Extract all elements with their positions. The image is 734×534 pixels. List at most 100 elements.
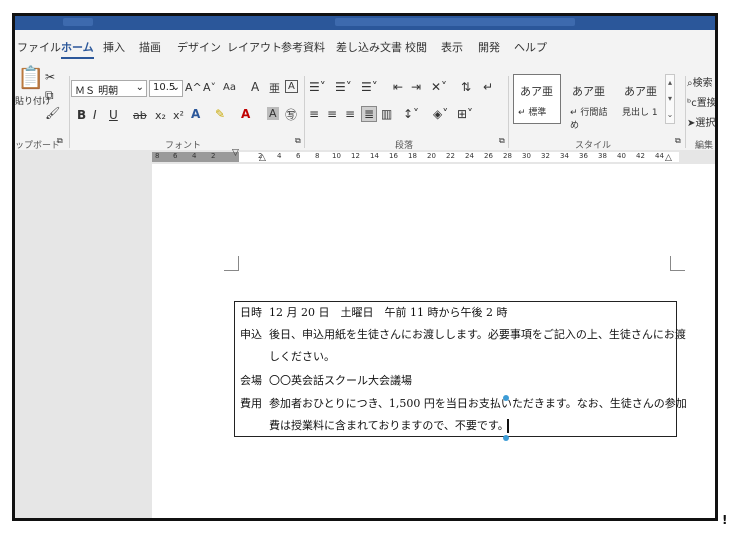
grow-font-button[interactable]: A^ bbox=[185, 81, 202, 94]
copy-icon[interactable]: ⧉ bbox=[45, 88, 54, 103]
find-button[interactable]: ⌕検索 bbox=[687, 74, 713, 89]
italic-button[interactable]: I bbox=[93, 108, 97, 122]
row-label: 会場 bbox=[240, 374, 262, 387]
ruler-number: 16 bbox=[389, 152, 398, 160]
distributed-icon[interactable]: ▥ bbox=[381, 107, 392, 121]
ribbon: 📋 貼り付け ✂ ⧉ 🖌 ップボード ⧉ ＭＳ 明朝 ⌄ 10.5 ⌄ A^ A… bbox=[15, 66, 715, 151]
row-text: 後日、申込用紙を生徒さんにお渡しします。必要事項をご記入の上、生徒さんにお渡 bbox=[269, 328, 686, 341]
subscript-button[interactable]: x₂ bbox=[155, 109, 166, 122]
notice-row-application: 申込 後日、申込用紙を生徒さんにお渡しします。必要事項をご記入の上、生徒さんにお渡 bbox=[240, 328, 686, 342]
align-right-icon[interactable]: ≡ bbox=[345, 107, 355, 121]
first-line-indent-marker[interactable]: ▽ bbox=[232, 148, 239, 158]
ruler-number: 40 bbox=[617, 152, 626, 160]
show-marks-icon[interactable]: ↵ bbox=[483, 80, 493, 94]
row-label: 申込 bbox=[240, 328, 262, 341]
style-preview: あア亜 bbox=[520, 85, 553, 98]
ruler-text-area bbox=[239, 152, 679, 162]
font-launcher-icon[interactable]: ⧉ bbox=[295, 136, 301, 146]
tab-layout[interactable]: レイアウト bbox=[227, 39, 282, 55]
borders-icon[interactable]: ⊞˅ bbox=[457, 107, 473, 121]
selection-handle[interactable] bbox=[503, 395, 509, 401]
multilevel-list-icon[interactable]: ☰˅ bbox=[361, 80, 378, 94]
clipboard-launcher-icon[interactable]: ⧉ bbox=[57, 136, 63, 146]
styles-launcher-icon[interactable]: ⧉ bbox=[675, 136, 681, 146]
strikethrough-button[interactable]: ab bbox=[133, 109, 147, 122]
chevron-down-icon: ⌄ bbox=[171, 82, 180, 93]
bold-button[interactable]: B bbox=[77, 108, 86, 122]
font-color-icon[interactable]: A bbox=[241, 107, 250, 121]
tab-design[interactable]: デザイン bbox=[177, 39, 221, 55]
document-page[interactable]: 日時 12 月 20 日 土曜日 午前 11 時から午後 2 時 申込 後日、申込用… bbox=[152, 164, 715, 518]
style-name: ↵ 標準 bbox=[518, 108, 547, 118]
ruler-number: 36 bbox=[579, 152, 588, 160]
notice-table[interactable]: 日時 12 月 20 日 土曜日 午前 11 時から午後 2 時 申込 後日、申込用… bbox=[234, 301, 687, 441]
ruler-number: 2 bbox=[211, 152, 216, 160]
ruler-number: 6 bbox=[173, 152, 178, 160]
right-indent-marker[interactable]: △ bbox=[665, 153, 672, 163]
tab-draw[interactable]: 描画 bbox=[139, 39, 161, 55]
justify-icon[interactable]: ≣ bbox=[361, 106, 378, 122]
phonetic-guide-icon[interactable]: 亜 bbox=[269, 80, 280, 96]
line-spacing-icon[interactable]: ↕˅ bbox=[403, 107, 419, 121]
chevron-down-icon: ⌄ bbox=[135, 82, 144, 93]
character-border-icon[interactable]: A bbox=[285, 80, 298, 93]
shrink-font-button[interactable]: A˅ bbox=[203, 81, 216, 94]
tab-help[interactable]: ヘルプ bbox=[514, 39, 547, 55]
replace-button[interactable]: ᵇc置換 bbox=[687, 94, 715, 109]
title-search-box[interactable] bbox=[335, 18, 575, 26]
ruler-number: 38 bbox=[598, 152, 607, 160]
highlight-icon[interactable]: ✎ bbox=[215, 107, 225, 121]
numbering-icon[interactable]: ☰˅ bbox=[335, 80, 352, 94]
align-left-icon[interactable]: ≡ bbox=[309, 107, 319, 121]
ruler-number: 28 bbox=[503, 152, 512, 160]
enclosed-character-icon[interactable]: ㊢ bbox=[285, 106, 297, 123]
hanging-indent-marker[interactable]: △ bbox=[259, 153, 266, 163]
underline-button[interactable]: U bbox=[109, 108, 118, 122]
tab-references[interactable]: 参考資料 bbox=[281, 39, 325, 55]
tab-developer[interactable]: 開発 bbox=[478, 39, 500, 55]
style-no-spacing[interactable]: あア亜 ↵ 行間詰め bbox=[565, 74, 613, 131]
tab-home[interactable]: ホーム bbox=[61, 39, 94, 59]
tab-review[interactable]: 校閲 bbox=[405, 39, 427, 55]
ruler-number: 44 bbox=[655, 152, 664, 160]
text-effects-icon[interactable]: A bbox=[191, 107, 200, 121]
tab-view[interactable]: 表示 bbox=[441, 39, 463, 55]
asian-layout-icon[interactable]: ✕˅ bbox=[431, 80, 447, 94]
paste-icon[interactable]: 📋 bbox=[17, 66, 44, 91]
character-shading-icon[interactable]: A bbox=[267, 107, 279, 120]
bullets-icon[interactable]: ☰˅ bbox=[309, 80, 326, 94]
row-label: 日時 bbox=[240, 306, 262, 319]
font-name-select[interactable]: ＭＳ 明朝 ⌄ bbox=[71, 80, 147, 97]
align-center-icon[interactable]: ≡ bbox=[327, 107, 337, 121]
select-button[interactable]: ➤選択 bbox=[687, 114, 715, 129]
style-heading-1[interactable]: あア亜 見出し 1 bbox=[617, 74, 665, 124]
increase-indent-icon[interactable]: ⇥ bbox=[411, 80, 421, 94]
tab-mailings[interactable]: 差し込み文書 bbox=[336, 39, 402, 55]
sort-icon[interactable]: ⇅ bbox=[461, 80, 471, 94]
format-painter-icon[interactable]: 🖌 bbox=[45, 106, 60, 120]
divider bbox=[69, 76, 70, 148]
horizontal-ruler[interactable]: 8 6 4 2 2 4 6 8 10 12 14 16 18 20 22 24 … bbox=[15, 148, 715, 164]
row-text: 12 月 20 日 土曜日 午前 11 時から午後 2 時 bbox=[269, 306, 508, 319]
selection-handle[interactable] bbox=[503, 435, 509, 441]
cut-icon[interactable]: ✂ bbox=[45, 70, 55, 84]
tab-insert[interactable]: 挿入 bbox=[103, 39, 125, 55]
ruler-number: 6 bbox=[296, 152, 301, 160]
select-label: 選択 bbox=[695, 118, 716, 129]
ruler-number: 24 bbox=[465, 152, 474, 160]
change-case-button[interactable]: Aa bbox=[223, 82, 236, 93]
style-normal[interactable]: あア亜 ↵ 標準 bbox=[513, 74, 561, 124]
ruler-number: 4 bbox=[277, 152, 282, 160]
font-size-select[interactable]: 10.5 ⌄ bbox=[149, 80, 183, 97]
row-text: しください。 bbox=[269, 350, 335, 363]
ruler-number: 20 bbox=[427, 152, 436, 160]
notice-row-fee-cont: 費は授業料に含まれておりますので、不要です。 bbox=[240, 419, 509, 433]
styles-scroll[interactable]: ▴ ▾ ⌄ bbox=[665, 74, 675, 124]
superscript-button[interactable]: x² bbox=[173, 109, 184, 122]
clear-formatting-icon[interactable]: A bbox=[251, 80, 259, 94]
paragraph-launcher-icon[interactable]: ⧉ bbox=[499, 136, 505, 146]
tab-file[interactable]: ファイル bbox=[17, 39, 61, 55]
decrease-indent-icon[interactable]: ⇤ bbox=[393, 80, 403, 94]
shading-icon[interactable]: ◈˅ bbox=[433, 107, 448, 121]
quick-access-toolbar[interactable] bbox=[63, 18, 93, 26]
